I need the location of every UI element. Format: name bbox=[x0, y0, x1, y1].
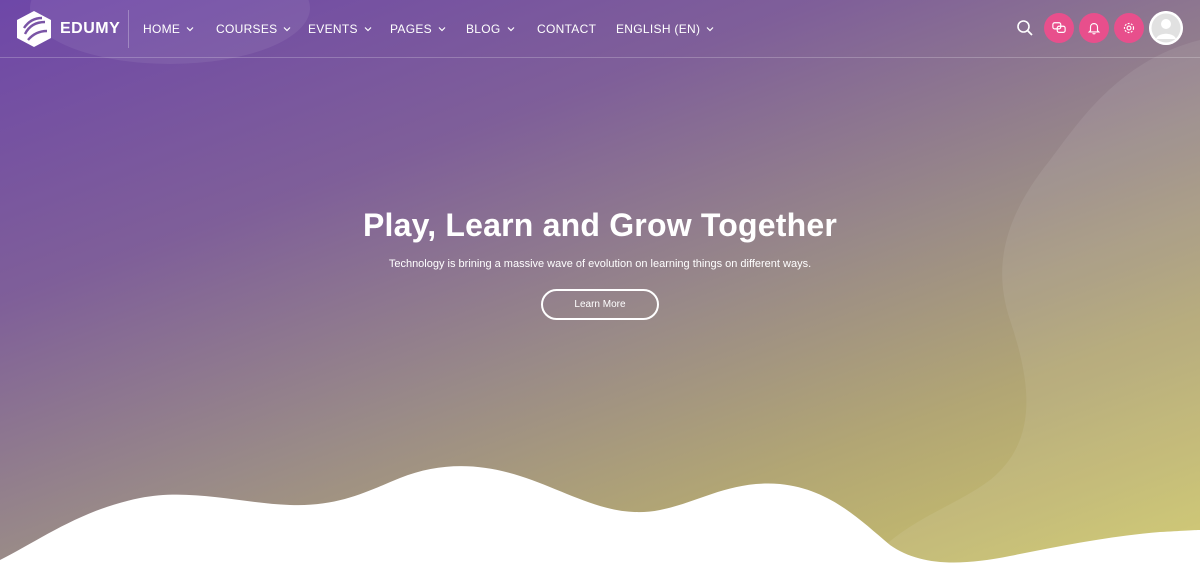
nav-item-pages[interactable]: PAGES bbox=[390, 20, 446, 38]
nav-item-label: PAGES bbox=[390, 22, 432, 36]
nav-item-language[interactable]: ENGLISH (EN) bbox=[616, 20, 714, 38]
chevron-down-icon bbox=[438, 27, 446, 32]
nav-item-label: COURSES bbox=[216, 22, 278, 36]
nav-item-label: HOME bbox=[143, 22, 181, 36]
notification-button[interactable] bbox=[1079, 13, 1109, 43]
hero-title: Play, Learn and Grow Together bbox=[362, 207, 838, 243]
nav-item-label: CONTACT bbox=[537, 22, 597, 36]
hero-subtitle: Technology is brining a massive wave of … bbox=[388, 258, 812, 270]
nav-item-home[interactable]: HOME bbox=[143, 20, 194, 38]
notification-icon bbox=[1087, 23, 1101, 35]
search-icon[interactable] bbox=[1016, 19, 1034, 37]
hero-background-shapes bbox=[0, 0, 1200, 572]
nav-item-label: EVENTS bbox=[308, 22, 358, 36]
chevron-down-icon bbox=[364, 27, 372, 32]
nav-item-events[interactable]: EVENTS bbox=[308, 20, 372, 38]
nav-item-label: BLOG bbox=[466, 22, 501, 36]
settings-button[interactable] bbox=[1114, 13, 1144, 43]
brand-name: EDUMY bbox=[60, 20, 121, 37]
user-avatar[interactable] bbox=[1149, 11, 1183, 45]
logo-divider bbox=[128, 10, 129, 48]
nav-item-blog[interactable]: BLOG bbox=[466, 20, 515, 38]
nav-item-label: ENGLISH (EN) bbox=[616, 22, 701, 36]
learn-more-button[interactable]: Learn More bbox=[541, 289, 659, 320]
user-avatar-icon bbox=[1149, 11, 1183, 45]
chat-icon bbox=[1052, 22, 1066, 33]
top-navbar: EDUMY HOME COURSES EVENTS PAGES BLOG CON… bbox=[0, 0, 1200, 58]
hero-section: EDUMY HOME COURSES EVENTS PAGES BLOG CON… bbox=[0, 0, 1200, 572]
chevron-down-icon bbox=[706, 27, 714, 32]
chat-button[interactable] bbox=[1044, 13, 1074, 43]
chevron-down-icon bbox=[507, 27, 514, 32]
chevron-down-icon bbox=[284, 27, 291, 32]
brand-logo[interactable]: EDUMY bbox=[16, 10, 120, 48]
chevron-down-icon bbox=[186, 27, 194, 32]
settings-icon bbox=[1123, 22, 1135, 34]
nav-item-courses[interactable]: COURSES bbox=[216, 20, 291, 38]
logo-icon bbox=[17, 11, 51, 47]
nav-item-contact[interactable]: CONTACT bbox=[537, 20, 596, 38]
